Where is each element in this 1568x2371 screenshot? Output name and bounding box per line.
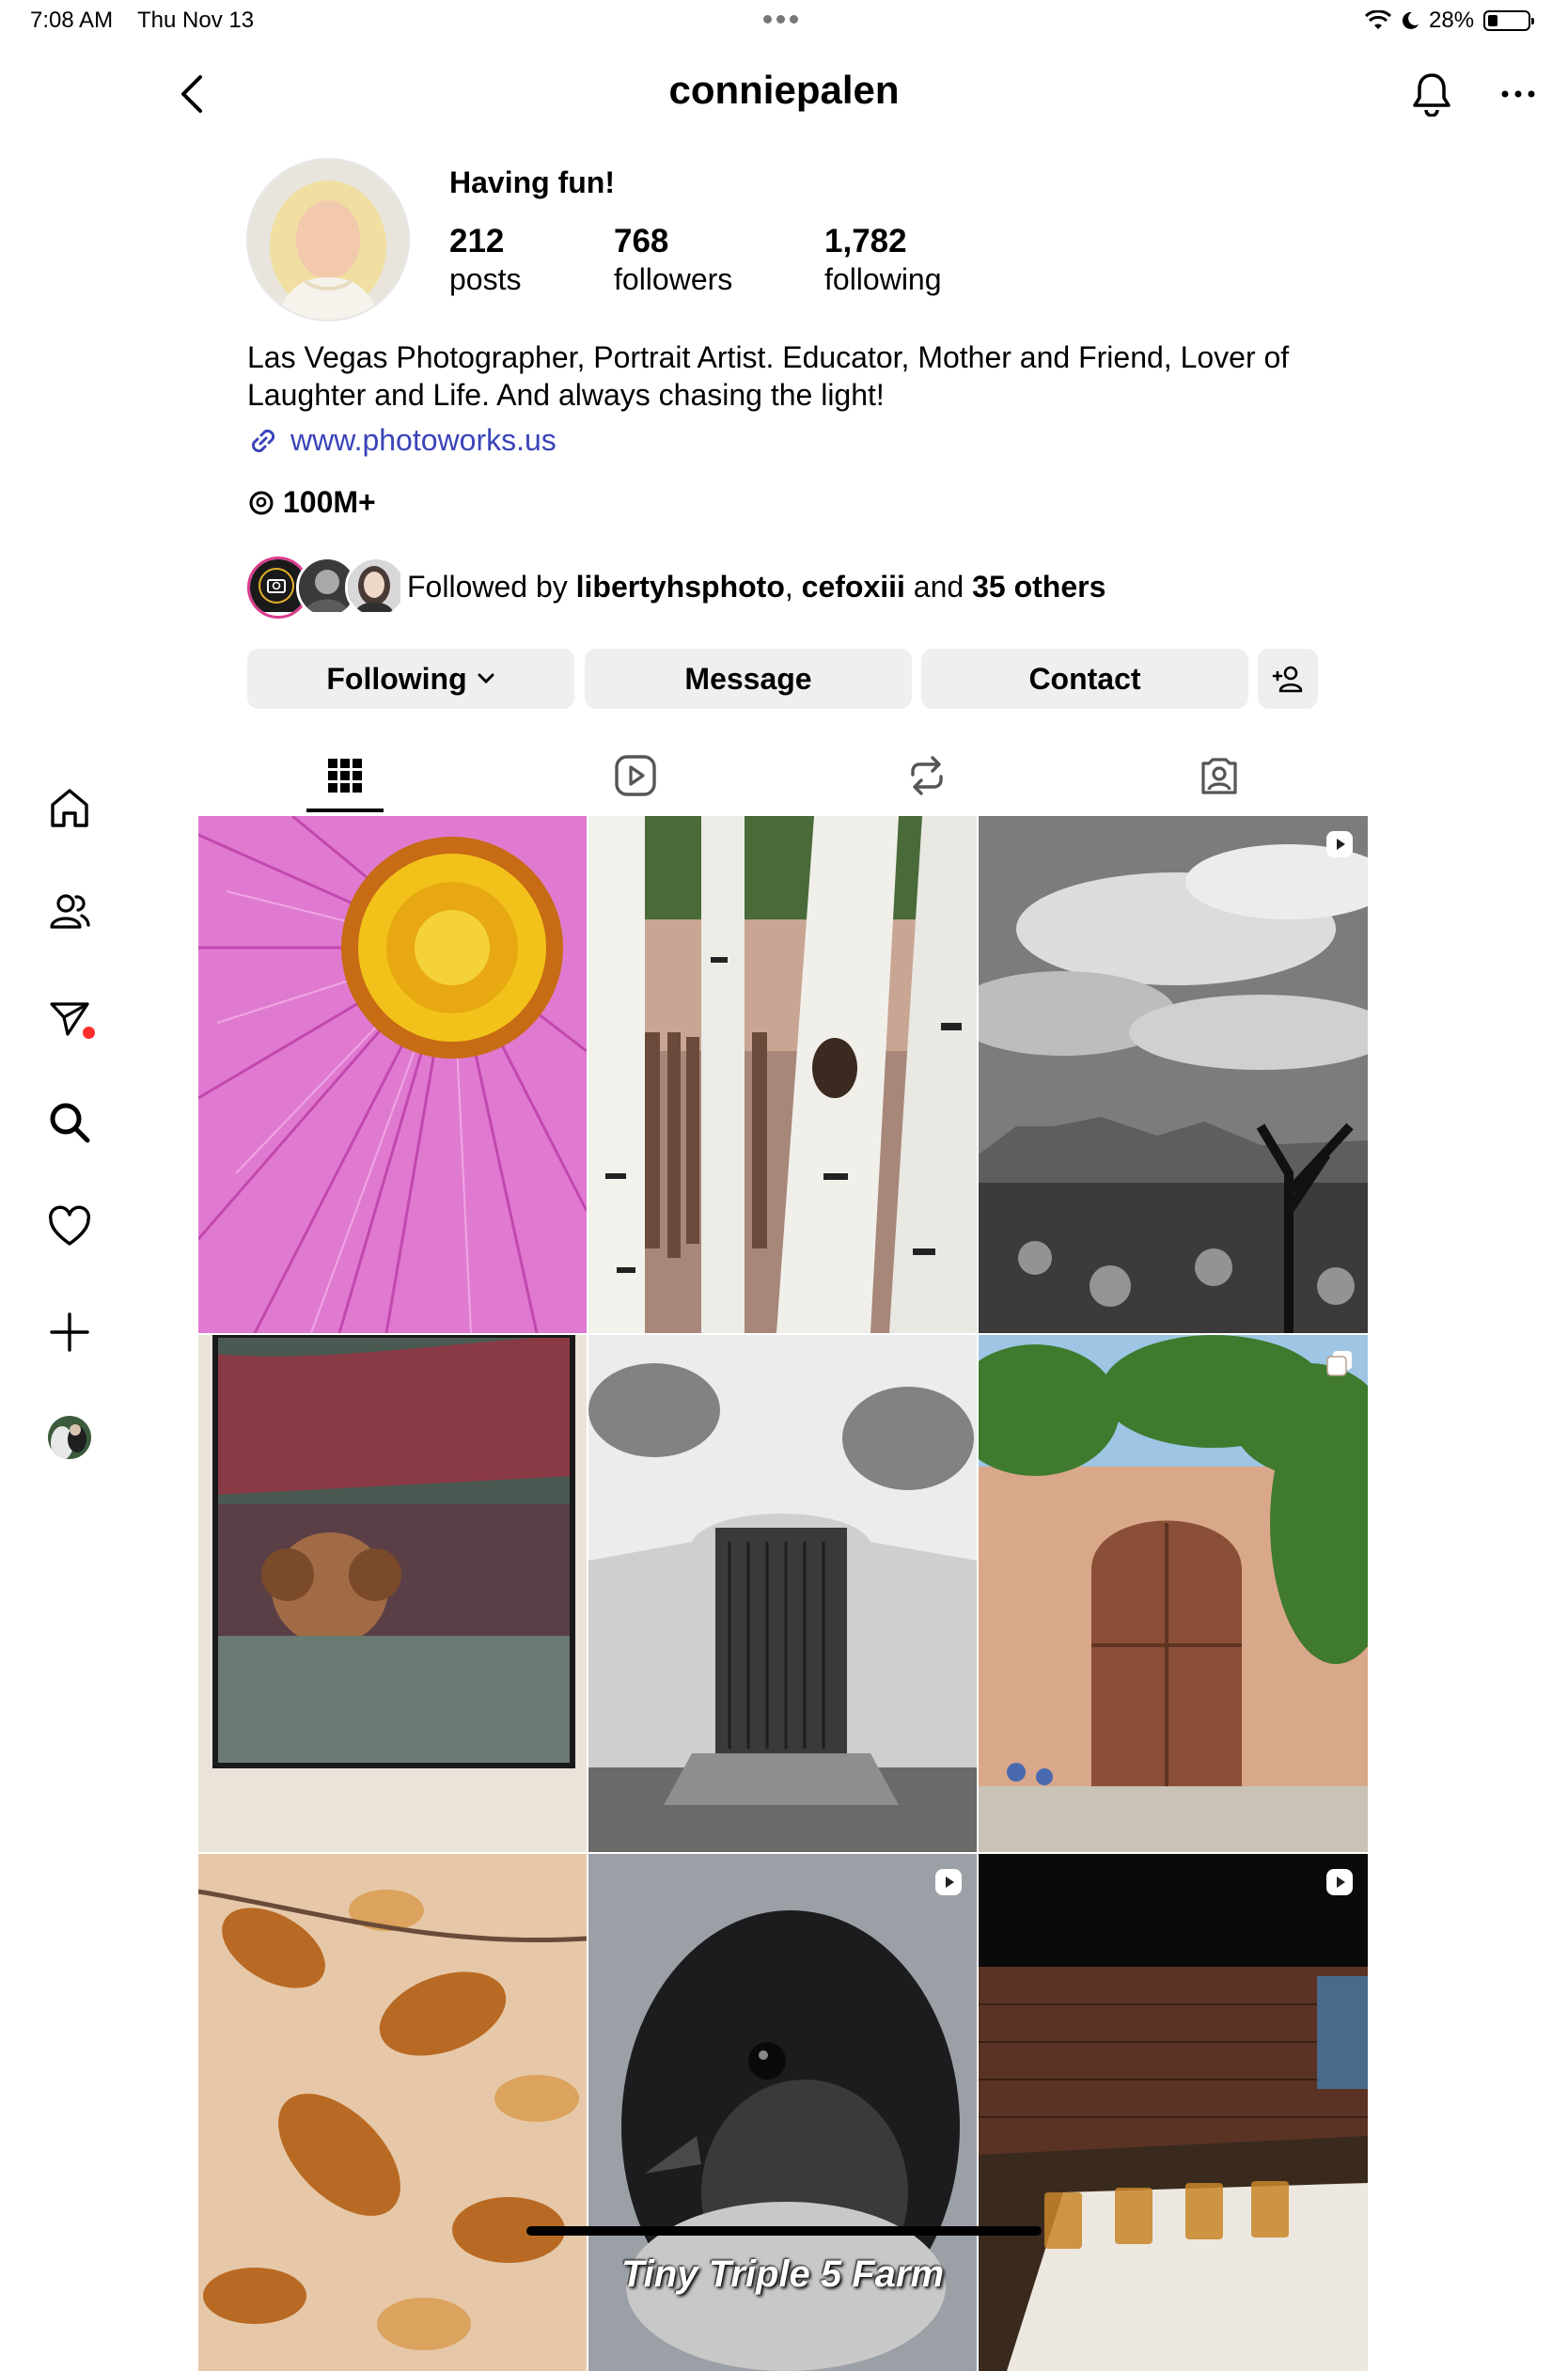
notification-dot — [83, 1027, 95, 1039]
reel-badge-icon — [1326, 1869, 1353, 1895]
followed-by-text: Followed by libertyhsphoto, cefoxiii and… — [407, 570, 1105, 605]
post-photo-adobe-wall — [979, 1335, 1368, 1852]
battery-percent: 28% — [1429, 8, 1475, 33]
following-label: following — [824, 262, 942, 296]
link-icon — [251, 429, 275, 452]
status-indicators: 28% — [1365, 8, 1535, 34]
profile-avatar-large[interactable] — [246, 158, 410, 322]
following-count: 1,782 — [824, 223, 907, 259]
post-photo-autumn-leaves — [198, 1854, 587, 2371]
more-options-button[interactable] — [1495, 66, 1542, 122]
profile-link[interactable]: www.photoworks.us — [247, 423, 557, 458]
post-tile[interactable] — [979, 1335, 1368, 1852]
post-photo-whiskey-flight — [979, 1854, 1368, 2371]
chevron-down-icon — [478, 673, 494, 684]
followed-by-others[interactable]: 35 others — [972, 570, 1105, 604]
threads-count: 100M+ — [283, 485, 376, 519]
post-photo-flower — [198, 816, 587, 1333]
search-icon — [50, 1103, 90, 1143]
tab-reels[interactable] — [579, 743, 692, 809]
status-date: Thu Nov 13 — [137, 8, 255, 33]
carousel-badge-icon — [1326, 1351, 1352, 1376]
tab-tagged[interactable] — [1163, 743, 1276, 809]
status-time: 7:08 AM — [30, 8, 114, 33]
contact-button[interactable]: Contact — [921, 649, 1248, 709]
notifications-button[interactable] — [1408, 66, 1455, 122]
profile-bio: Las Vegas Photographer, Portrait Artist.… — [247, 340, 1290, 412]
followers-count: 768 — [614, 223, 669, 259]
reel-badge-icon — [1326, 831, 1353, 857]
heart-icon — [49, 1205, 90, 1246]
multitasking-dots[interactable] — [763, 15, 798, 24]
home-icon — [51, 789, 88, 827]
message-button[interactable]: Message — [585, 649, 912, 709]
nav-create[interactable] — [41, 1304, 98, 1360]
home-indicator[interactable] — [526, 2226, 1042, 2236]
link-text[interactable]: www.photoworks.us — [290, 423, 557, 458]
followed-by[interactable]: Followed by libertyhsphoto, cefoxiii and… — [247, 557, 1105, 619]
nav-search[interactable] — [41, 1094, 98, 1151]
tab-posts-grid[interactable] — [289, 743, 401, 809]
post-photo-adobe-door-bw — [588, 1335, 977, 1852]
reel-badge-icon — [935, 1869, 962, 1895]
posts-label: posts — [449, 262, 522, 296]
followed-by-and: and — [904, 569, 973, 604]
followed-by-avatars — [247, 557, 407, 619]
post-tile[interactable] — [979, 816, 1368, 1333]
posts-grid: Tiny Triple 5 Farm — [198, 816, 1368, 2371]
profile-username: conniepalen — [668, 68, 900, 112]
reels-icon — [615, 755, 656, 796]
battery-icon — [1483, 10, 1535, 31]
post-tile[interactable] — [979, 1854, 1368, 2371]
post-caption-overlay: Tiny Triple 5 Farm — [620, 2253, 945, 2295]
post-tile[interactable] — [588, 1335, 977, 1852]
suggested-users-button[interactable] — [1258, 649, 1318, 709]
post-tile[interactable]: Tiny Triple 5 Farm — [588, 1854, 977, 2371]
followed-by-user[interactable]: cefoxiii — [802, 570, 905, 604]
bell-icon — [1413, 73, 1450, 117]
grid-icon — [328, 759, 362, 793]
nav-activity[interactable] — [41, 1199, 98, 1255]
posts-count: 212 — [449, 223, 505, 259]
stat-following[interactable]: 1,782 following — [824, 222, 942, 297]
more-dots-icon — [1501, 90, 1535, 98]
profile-avatar-small — [48, 1416, 91, 1459]
display-name: Having fun! — [449, 165, 615, 199]
stat-posts[interactable]: 212 posts — [449, 222, 521, 297]
post-photo-aspens — [588, 816, 977, 1333]
post-tile[interactable] — [198, 816, 587, 1333]
threads-icon — [249, 491, 274, 514]
threads-badge[interactable]: 100M+ — [247, 485, 376, 520]
post-photo-desert-bw — [979, 816, 1368, 1333]
post-photo-dog-window — [198, 1335, 587, 1852]
following-button[interactable]: Following — [247, 649, 574, 709]
wifi-icon — [1365, 10, 1391, 31]
moon-icon — [1401, 10, 1419, 31]
plus-icon — [50, 1312, 89, 1352]
followed-by-separator: , — [784, 569, 802, 604]
follower-avatar — [345, 557, 407, 619]
add-person-icon — [1272, 666, 1303, 693]
repost-icon — [911, 756, 943, 795]
stat-followers[interactable]: 768 followers — [614, 222, 732, 297]
post-tile[interactable] — [588, 816, 977, 1333]
followed-by-user[interactable]: libertyhsphoto — [576, 570, 785, 604]
people-icon — [50, 894, 90, 929]
post-tile[interactable] — [198, 1335, 587, 1852]
tagged-icon — [1201, 758, 1237, 794]
active-tab-indicator — [306, 809, 384, 812]
nav-people[interactable] — [41, 884, 98, 940]
followed-by-prefix: Followed by — [407, 569, 576, 604]
followers-label: followers — [614, 262, 733, 296]
nav-profile[interactable] — [41, 1409, 98, 1466]
following-label: Following — [326, 661, 467, 696]
nav-home[interactable] — [41, 780, 98, 837]
tab-reposts[interactable] — [870, 743, 983, 809]
post-tile[interactable] — [198, 1854, 587, 2371]
